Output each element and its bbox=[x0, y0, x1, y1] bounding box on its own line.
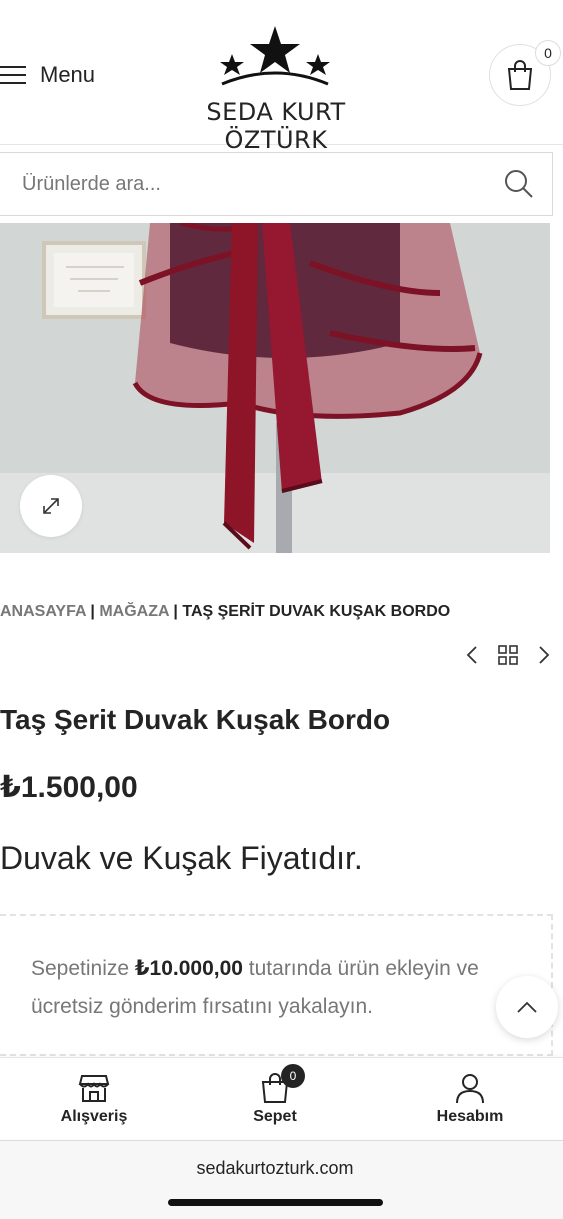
chevron-right-icon bbox=[539, 645, 550, 664]
breadcrumb-separator: | bbox=[90, 603, 95, 620]
brand-name: SEDA KURT ÖZTÜRK bbox=[206, 98, 346, 154]
home-indicator[interactable] bbox=[168, 1199, 383, 1206]
hamburger-icon bbox=[0, 66, 26, 84]
toolbar-account[interactable]: Hesabım bbox=[376, 1058, 563, 1140]
breadcrumb-home[interactable]: ANASAYFA bbox=[0, 603, 86, 620]
product-title: Taş Şerit Duvak Kuşak Bordo bbox=[0, 704, 391, 735]
zoom-button[interactable] bbox=[20, 475, 82, 537]
breadcrumb-separator: | bbox=[173, 603, 178, 620]
site-header: Menu SEDA KURT ÖZTÜRK 0 bbox=[0, 0, 563, 154]
menu-label: Menu bbox=[40, 62, 96, 87]
toolbar-shop-label: Alışveriş bbox=[60, 1108, 128, 1125]
product-price: ₺1.500,00 bbox=[0, 771, 138, 804]
search-icon bbox=[505, 170, 533, 198]
search-input[interactable] bbox=[22, 172, 482, 196]
toolbar-shop[interactable]: Alışveriş bbox=[0, 1058, 188, 1140]
back-to-shop-button[interactable] bbox=[498, 644, 518, 670]
chevron-up-icon bbox=[517, 1001, 537, 1013]
breadcrumb-shop[interactable]: MAĞAZA bbox=[99, 603, 169, 620]
toolbar-cart[interactable]: Sepet bbox=[181, 1058, 369, 1140]
browser-address-bar bbox=[0, 1140, 563, 1219]
chevron-left-icon bbox=[466, 645, 477, 664]
user-icon bbox=[456, 1074, 484, 1104]
menu-button[interactable]: Menu bbox=[0, 58, 95, 92]
grid-icon bbox=[498, 644, 518, 665]
toolbar-cart-count: 0 bbox=[281, 1064, 305, 1088]
product-description: Duvak ve Kuşak Fiyatıdır. bbox=[0, 840, 363, 876]
previous-product-button[interactable] bbox=[466, 645, 478, 670]
product-navigation bbox=[466, 644, 550, 670]
toolbar-account-label: Hesabım bbox=[436, 1108, 504, 1125]
store-icon bbox=[78, 1075, 110, 1102]
shipping-amount: ₺10.000,00 bbox=[134, 957, 243, 980]
product-image[interactable] bbox=[0, 223, 550, 553]
stars-crown-icon bbox=[220, 26, 330, 86]
toolbar-cart-label: Sepet bbox=[253, 1108, 297, 1125]
browser-url[interactable]: sedakurtozturk.com bbox=[0, 1158, 550, 1179]
shipping-prefix: Sepetinize bbox=[31, 957, 135, 980]
search-button[interactable] bbox=[504, 169, 534, 204]
search-bar bbox=[0, 152, 553, 216]
product-photo bbox=[0, 223, 550, 553]
breadcrumb: ANASAYFA | MAĞAZA | TAŞ ŞERİT DUVAK KUŞA… bbox=[0, 603, 450, 621]
scroll-to-top-button[interactable] bbox=[496, 976, 558, 1038]
next-product-button[interactable] bbox=[538, 645, 550, 670]
breadcrumb-current: TAŞ ŞERİT DUVAK KUŞAK BORDO bbox=[182, 603, 451, 620]
site-logo[interactable]: SEDA KURT ÖZTÜRK bbox=[160, 22, 392, 154]
shopping-bag-icon bbox=[507, 60, 533, 90]
expand-icon bbox=[43, 498, 59, 514]
header-cart-count: 0 bbox=[535, 40, 561, 66]
free-shipping-message: Sepetinize ₺10.000,00 tutarında ürün ekl… bbox=[31, 950, 531, 1026]
